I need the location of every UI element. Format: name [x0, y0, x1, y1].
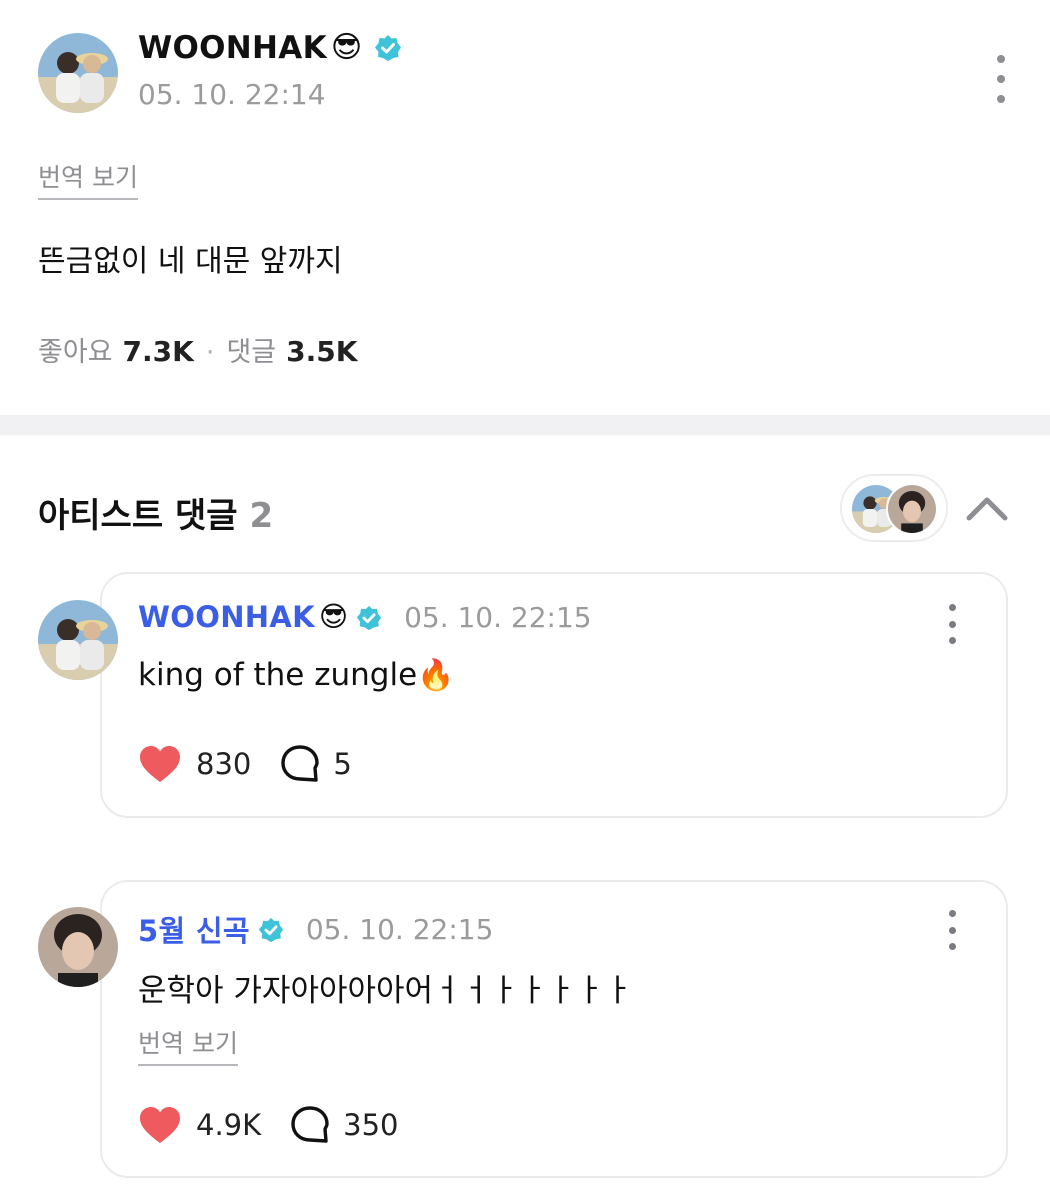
comment-body: king of the zungle🔥	[138, 657, 455, 693]
comment-timestamp: 05. 10. 22:15	[305, 912, 494, 946]
artist-comments-title: 아티스트 댓글	[38, 496, 238, 536]
reply-count: 350	[343, 1108, 399, 1142]
artist-comments-count: 2	[249, 496, 274, 536]
comments-count[interactable]: 3.5K	[286, 335, 357, 368]
likes-count[interactable]: 7.3K	[123, 335, 194, 368]
like-button[interactable]: 4.9K	[138, 1105, 261, 1145]
comment-body-text: 운학아 가자아아아아어ㅓㅓㅏㅏㅏㅏㅏ	[138, 973, 633, 1009]
like-button[interactable]: 830	[138, 744, 251, 784]
stack-avatar-second-artist	[886, 483, 938, 535]
sunglasses-emoji-icon: 😎	[330, 30, 363, 65]
post-author-avatar[interactable]	[38, 33, 118, 113]
comment-author-name[interactable]: 5월 신곡	[138, 908, 250, 950]
post-author-name-text: WOONHAK	[138, 30, 327, 66]
comment-author-avatar[interactable]	[38, 907, 118, 987]
likes-label: 좋아요	[38, 337, 113, 368]
comment-translate-link[interactable]: 번역 보기	[138, 1024, 238, 1066]
reply-button[interactable]: 5	[279, 744, 352, 784]
post-body-text: 뜬금없이 네 대문 앞까지	[38, 244, 343, 279]
verified-badge-icon	[374, 34, 402, 62]
reply-bubble-icon	[291, 1106, 329, 1143]
post-translate-link[interactable]: 번역 보기	[38, 158, 138, 200]
comment-timestamp: 05. 10. 22:15	[404, 600, 592, 634]
reply-bubble-icon	[281, 745, 320, 782]
comment-author-name[interactable]: WOONHAK	[138, 600, 315, 634]
artist-avatar-stack[interactable]	[840, 474, 948, 542]
comment-more-options-icon[interactable]	[942, 604, 962, 644]
comment-actions: 830 5	[138, 744, 352, 784]
comment-more-options-icon[interactable]	[942, 910, 962, 950]
post-more-options-icon[interactable]	[990, 55, 1012, 103]
chevron-up-icon[interactable]	[964, 490, 1010, 526]
like-count: 4.9K	[196, 1108, 262, 1142]
heart-icon	[140, 746, 180, 782]
verified-badge-icon	[356, 604, 382, 631]
stats-separator: ·	[205, 337, 215, 368]
comment-author-avatar[interactable]	[38, 600, 118, 680]
reply-button[interactable]: 350	[289, 1105, 399, 1145]
section-divider	[0, 415, 1050, 435]
heart-icon	[140, 1107, 180, 1143]
post-stats: 좋아요 7.3K · 댓글 3.5K	[38, 330, 357, 369]
post-timestamp: 05. 10. 22:14	[138, 78, 326, 111]
like-count: 830	[196, 747, 252, 781]
post-author-name[interactable]: WOONHAK 😎	[138, 30, 402, 66]
comment-actions: 4.9K 350	[138, 1105, 399, 1145]
verified-badge-icon	[258, 916, 284, 943]
comments-label: 댓글	[226, 337, 277, 368]
comment-body-text: king of the zungle	[138, 657, 418, 693]
comment-header: WOONHAK 😎 05. 10. 22:15	[138, 600, 592, 634]
comment-header: 5월 신곡 05. 10. 22:15	[138, 908, 493, 950]
sunglasses-emoji-icon: 😎	[318, 600, 349, 633]
artist-comments-heading: 아티스트 댓글 2	[38, 488, 273, 537]
reply-count: 5	[333, 747, 352, 781]
fire-emoji-icon: 🔥	[417, 658, 455, 693]
